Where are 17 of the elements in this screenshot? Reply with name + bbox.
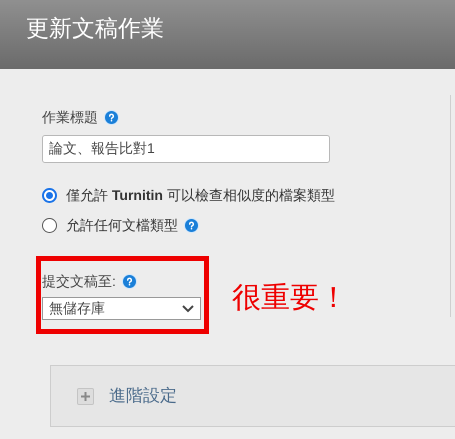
help-icon[interactable] (184, 218, 199, 232)
advanced-label: 進階設定 (109, 385, 177, 408)
title-input[interactable]: 論文、報告比對1 (42, 135, 330, 163)
radio-button[interactable] (42, 188, 57, 202)
radio-label: 僅允許 Turnitin 可以檢查相似度的檔案類型 (66, 186, 335, 204)
advanced-panel[interactable]: 進階設定 (50, 365, 455, 427)
radio-button[interactable] (42, 218, 57, 232)
annotation-text: 很重要！ (232, 279, 348, 316)
page-title: 更新文稿作業 (26, 15, 164, 44)
plus-icon (77, 388, 94, 404)
help-icon[interactable] (122, 274, 137, 289)
field-label: 提交文稿至: (42, 272, 116, 291)
chevron-down-icon (182, 304, 194, 312)
help-icon[interactable] (104, 110, 119, 125)
repository-dropdown[interactable]: 無儲存庫 (42, 297, 201, 320)
radio-label: 允許任何文檔類型 (66, 216, 178, 234)
field-label: 作業標題 (42, 108, 98, 127)
